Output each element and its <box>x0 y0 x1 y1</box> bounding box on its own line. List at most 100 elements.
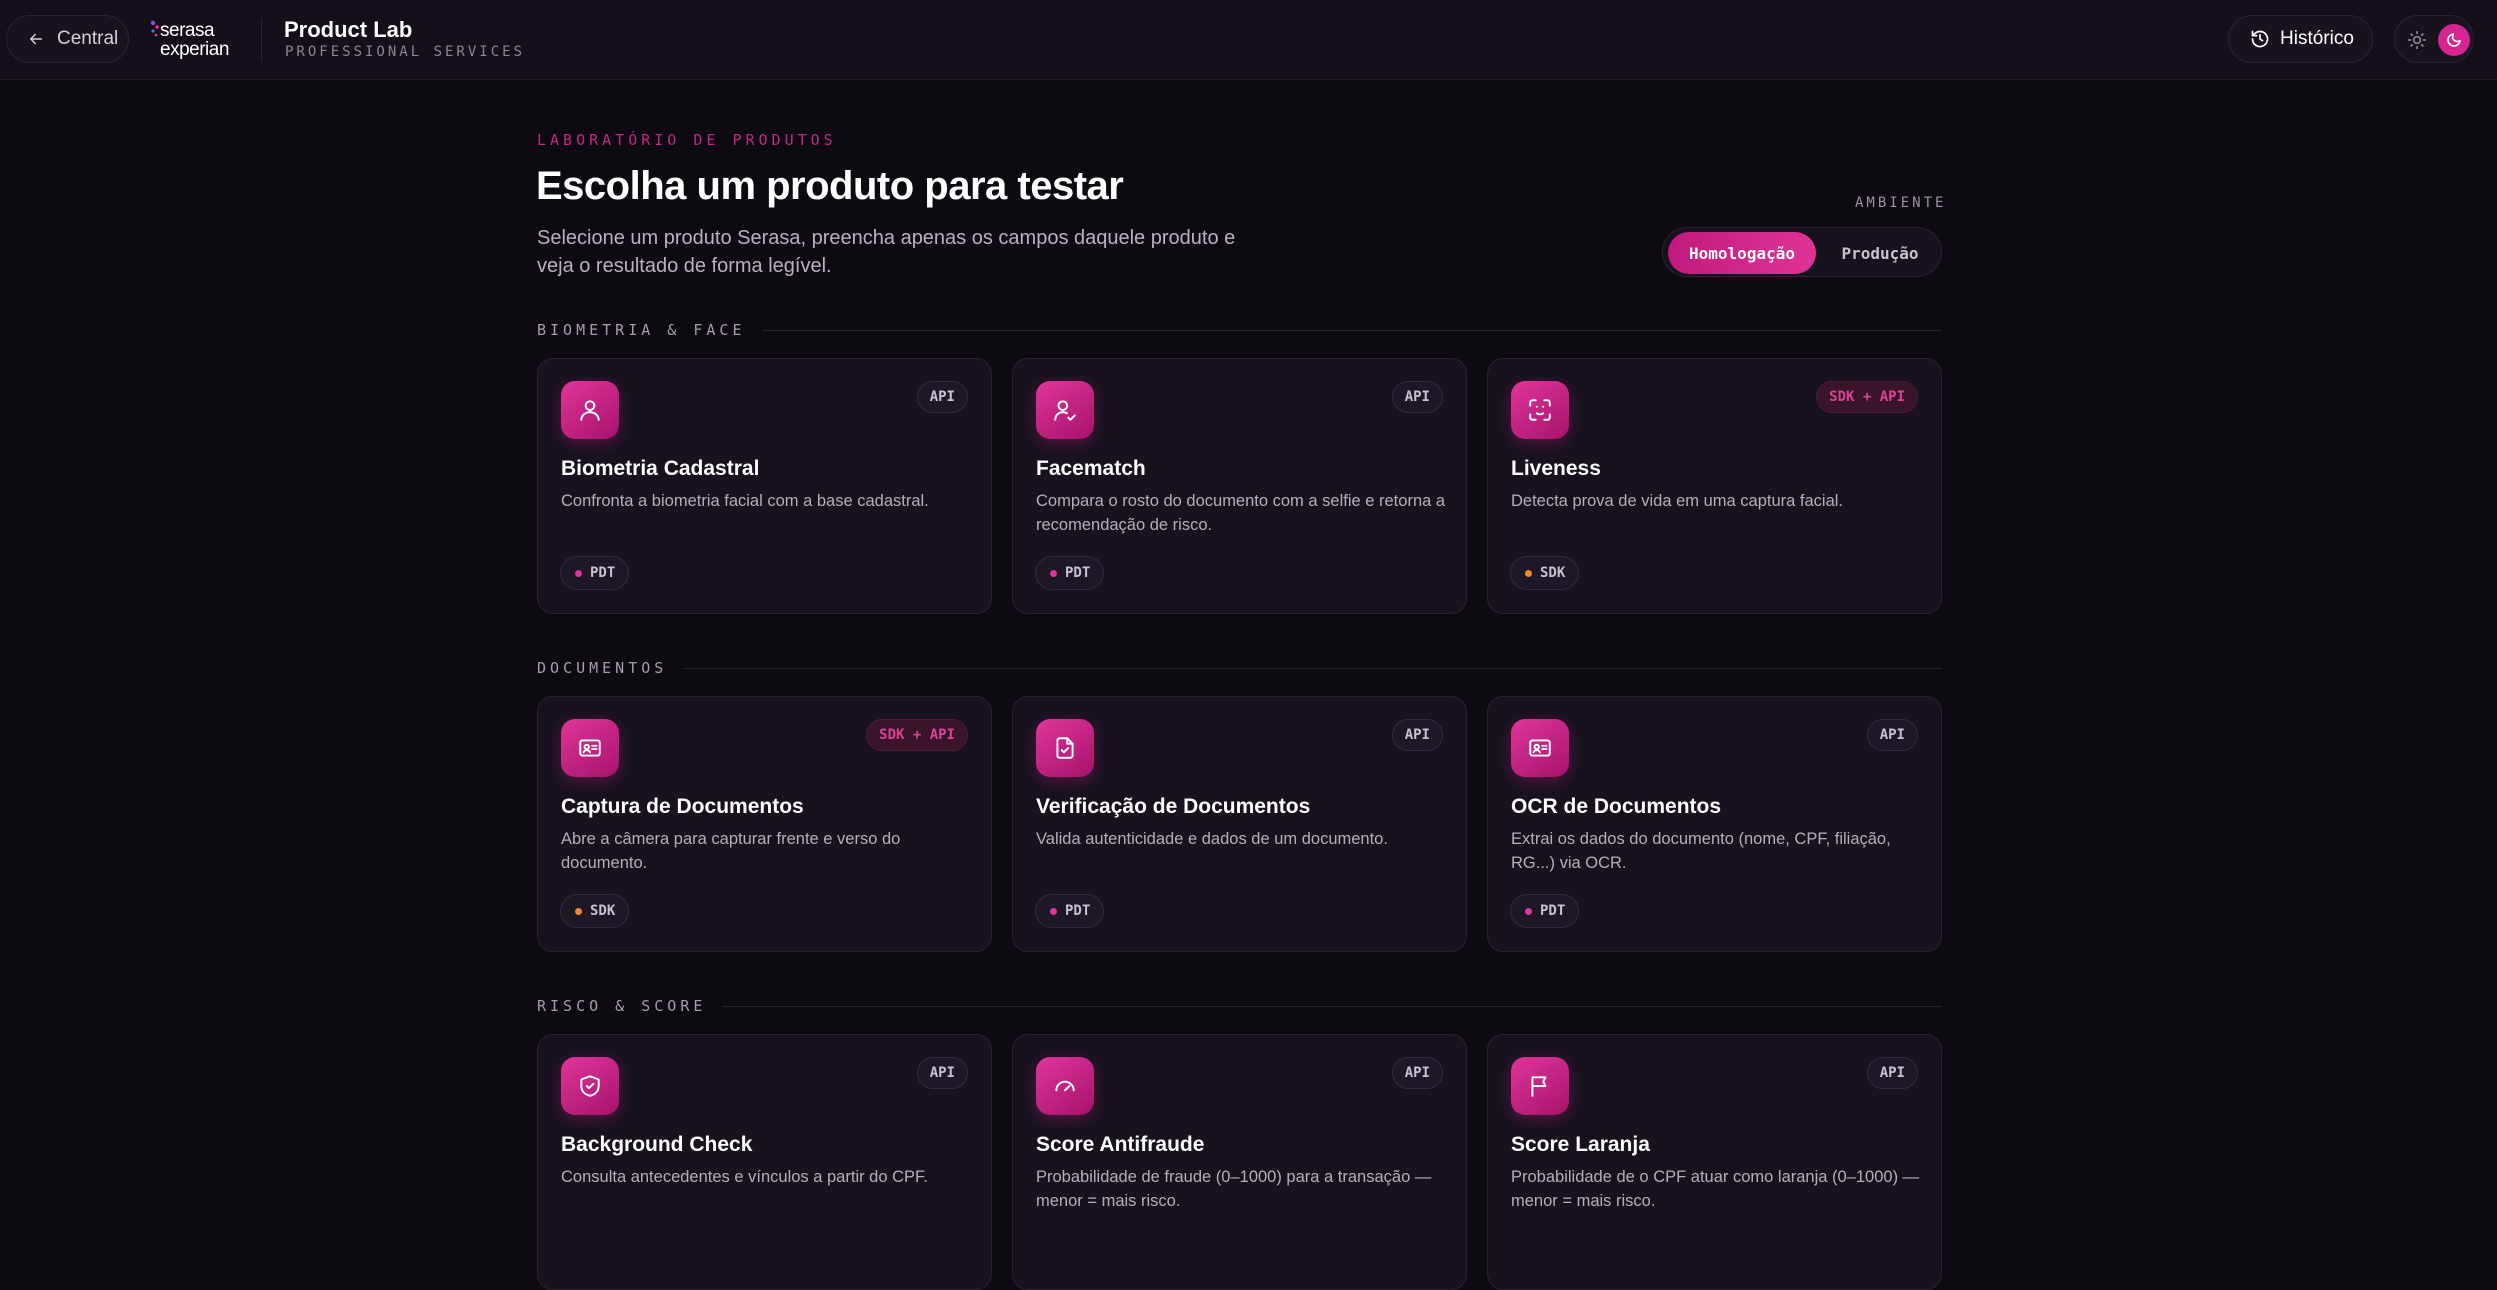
product-card[interactable]: API Biometria Cadastral Confronta a biom… <box>537 358 992 614</box>
arrow-left-icon <box>29 33 42 45</box>
id-card-icon <box>1529 739 1551 757</box>
product-tag-label: PDT <box>590 565 616 581</box>
product-description: Compara o rosto do documento com a selfi… <box>1036 492 1446 534</box>
section-title: BIOMETRIA & FACE <box>537 321 746 339</box>
section-title: RISCO & SCORE <box>537 997 707 1015</box>
back-label: Central <box>57 28 119 49</box>
page-eyebrow: LABORATÓRIO DE PRODUTOS <box>537 131 837 149</box>
product-description: Probabilidade de fraude (0–1000) para a … <box>1036 1168 1432 1210</box>
env-option-homologacao[interactable]: Homologação <box>1668 232 1816 274</box>
product-icon-box <box>1511 719 1569 777</box>
product-description: Confronta a biometria facial com a base … <box>561 492 929 510</box>
flag-icon <box>1531 1076 1547 1097</box>
shield-check-icon <box>580 1075 600 1097</box>
product-icon-box <box>561 381 619 439</box>
product-tag: SDK <box>560 894 630 928</box>
history-button[interactable]: Histórico <box>2228 15 2373 63</box>
serasa-experian-logo: serasa experian <box>150 18 240 60</box>
app-title: Product Lab <box>284 17 413 42</box>
product-title: Liveness <box>1511 457 1601 480</box>
product-tag-label: SDK <box>590 903 616 919</box>
section-header: DOCUMENTOS <box>537 658 1942 678</box>
section-divider <box>761 329 1942 331</box>
product-description: Valida autenticidade e dados de um docum… <box>1036 830 1388 848</box>
product-icon-box <box>1511 381 1569 439</box>
product-description: Detecta prova de vida em uma captura fac… <box>1511 492 1844 510</box>
product-type-badge: API <box>1391 719 1443 751</box>
product-card[interactable]: SDK + API Liveness Detecta prova de vida… <box>1487 358 1942 614</box>
product-tag: PDT <box>1035 894 1105 928</box>
product-description: Probabilidade de o CPF atuar como laranj… <box>1511 1168 1920 1210</box>
page-description: Selecione um produto Serasa, preencha ap… <box>537 227 1236 277</box>
product-type-badge: API <box>1866 719 1918 751</box>
product-card[interactable]: API Verificação de Documentos Valida aut… <box>1012 696 1467 952</box>
product-icon-box <box>1511 1057 1569 1115</box>
section-divider <box>722 1005 1942 1007</box>
status-dot <box>1050 569 1057 577</box>
product-title: Verificação de Documentos <box>1036 795 1311 818</box>
product-icon-box <box>1036 719 1094 777</box>
status-dot <box>1050 907 1057 915</box>
file-check-icon <box>1056 737 1074 759</box>
product-tag-label: PDT <box>1065 903 1091 919</box>
product-icon-box <box>1036 381 1094 439</box>
environment-toggle: Homologação Produção <box>1662 227 1942 277</box>
product-type-badge: API <box>916 1057 968 1089</box>
section-header: RISCO & SCORE <box>537 996 1942 1016</box>
product-card[interactable]: API Facematch Compara o rosto do documen… <box>1012 358 1467 614</box>
header-divider <box>261 18 262 62</box>
product-card[interactable]: SDK + API Captura de Documentos Abre a c… <box>537 696 992 952</box>
status-dot <box>575 569 582 577</box>
product-card[interactable]: API Score Laranja Probabilidade de o CPF… <box>1487 1034 1942 1290</box>
gauge-icon <box>1055 1080 1075 1092</box>
history-label: Histórico <box>2280 28 2354 49</box>
moon-icon <box>2447 33 2461 47</box>
page-title: Escolha um produto para testar <box>536 164 1124 208</box>
sun-icon[interactable] <box>2407 30 2427 50</box>
env-option-producao[interactable]: Produção <box>1823 232 1937 274</box>
product-tag-label: PDT <box>1540 903 1566 919</box>
product-description: Extrai os dados do documento (nome, CPF,… <box>1511 830 1891 872</box>
product-type-badge: API <box>1391 1057 1443 1089</box>
environment-label: AMBIENTE <box>1855 195 1947 211</box>
theme-toggle[interactable] <box>2394 15 2474 63</box>
product-icon-box <box>561 719 619 777</box>
product-tag: SDK <box>1510 556 1580 590</box>
product-title: Score Antifraude <box>1036 1133 1205 1156</box>
app-subtitle: PROFESSIONAL SERVICES <box>285 44 526 60</box>
section-divider <box>683 667 1942 669</box>
back-button[interactable]: Central <box>6 15 129 63</box>
product-icon-box <box>561 1057 619 1115</box>
status-dot <box>1525 907 1532 915</box>
product-title: Score Laranja <box>1511 1133 1650 1156</box>
product-card[interactable]: API Score Antifraude Probabilidade de fr… <box>1012 1034 1467 1290</box>
product-title: Background Check <box>561 1133 753 1156</box>
user-check-icon <box>1054 400 1076 421</box>
product-type-badge: API <box>916 381 968 413</box>
product-title: OCR de Documentos <box>1511 795 1722 818</box>
product-type-badge: API <box>1391 381 1443 413</box>
product-tag: PDT <box>1035 556 1105 590</box>
product-type-badge: SDK + API <box>866 719 968 751</box>
section-header: BIOMETRIA & FACE <box>537 320 1942 340</box>
user-icon <box>580 400 600 421</box>
product-description: Abre a câmera para capturar frente e ver… <box>561 830 901 872</box>
history-icon <box>2251 30 2269 48</box>
product-tag: PDT <box>1510 894 1580 928</box>
id-card-icon <box>579 739 601 757</box>
product-type-badge: API <box>1866 1057 1918 1089</box>
product-card[interactable]: API Background Check Consulta antecedent… <box>537 1034 992 1290</box>
product-tag-label: SDK <box>1540 565 1566 581</box>
product-tag-label: PDT <box>1065 565 1091 581</box>
top-bar: Central serasa experian Product Lab PROF… <box>0 0 2497 80</box>
product-title: Captura de Documentos <box>561 795 804 818</box>
moon-button[interactable] <box>2438 24 2470 56</box>
product-card[interactable]: API OCR de Documentos Extrai os dados do… <box>1487 696 1942 952</box>
section-title: DOCUMENTOS <box>537 659 668 677</box>
face-scan-icon <box>1529 399 1551 421</box>
status-dot <box>1525 569 1532 577</box>
status-dot <box>575 907 582 915</box>
product-tag: PDT <box>560 556 630 590</box>
product-icon-box <box>1036 1057 1094 1115</box>
product-description: Consulta antecedentes e vínculos a parti… <box>561 1168 928 1186</box>
